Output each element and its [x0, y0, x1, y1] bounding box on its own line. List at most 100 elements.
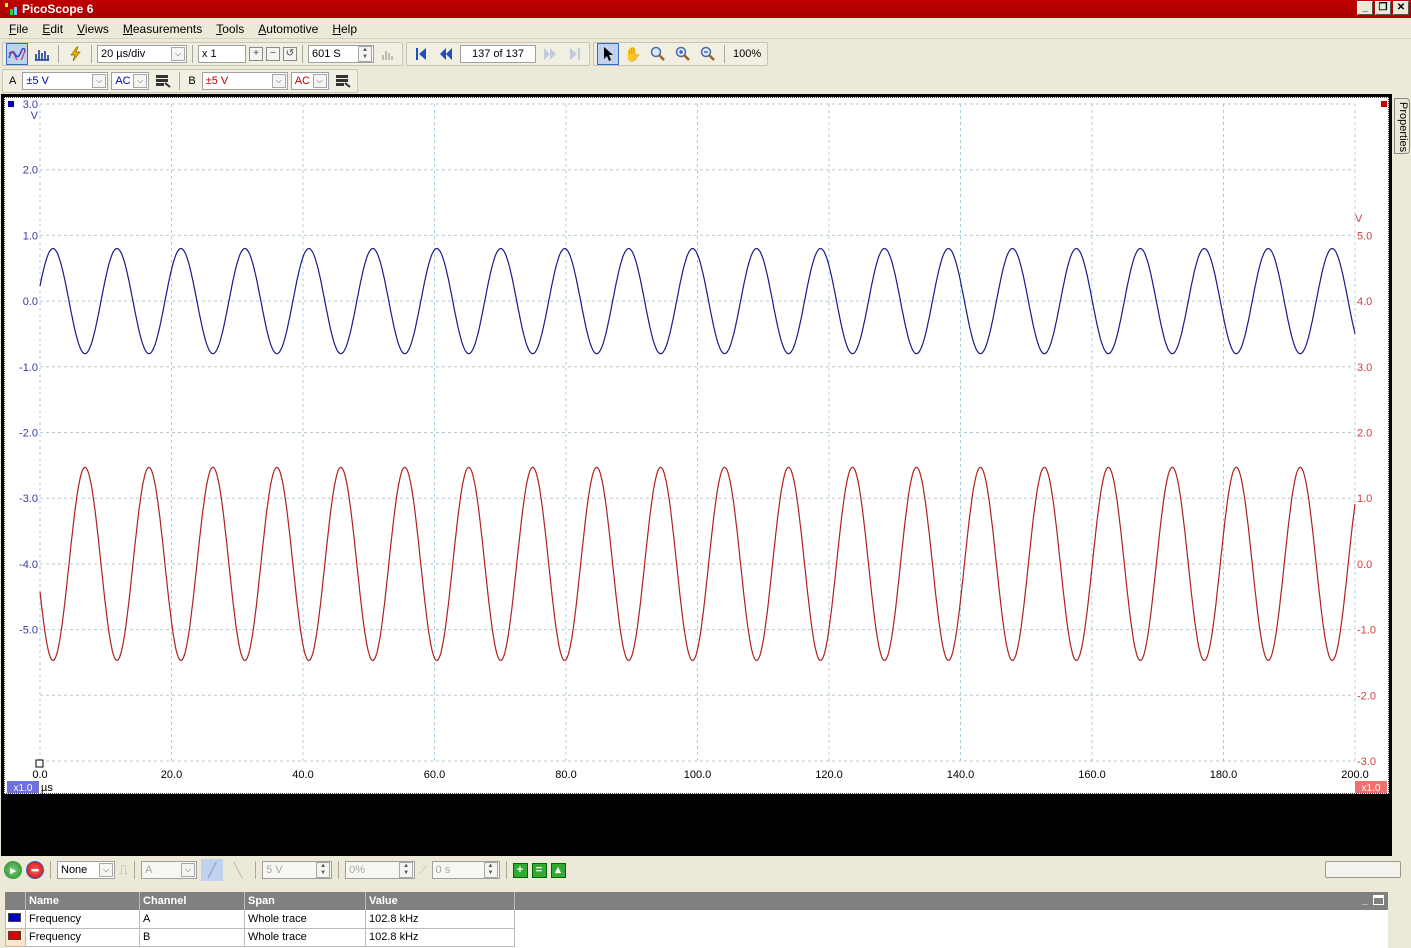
zoom-out-button[interactable]: [697, 43, 719, 65]
menu-file[interactable]: File: [2, 22, 35, 36]
channel-b-coupling-select[interactable]: AC ⌵: [290, 72, 329, 90]
last-buffer-button[interactable]: [564, 43, 586, 65]
channel-a-label: A: [9, 75, 17, 87]
channel-a-options-button[interactable]: [152, 70, 174, 92]
menu-edit[interactable]: Edit: [35, 22, 70, 36]
add-measurement-button[interactable]: +: [512, 862, 528, 878]
menu-bar: File Edit Views Measurements Tools Autom…: [0, 19, 1411, 39]
x-axis-unit: µs: [41, 782, 53, 794]
hand-tool-button[interactable]: ✋: [622, 43, 644, 65]
spectrum-mode-button[interactable]: [31, 43, 53, 65]
menu-measurements[interactable]: Measurements: [116, 22, 209, 36]
x-axis-tick: 200.0: [1341, 769, 1369, 781]
zoom-in-button[interactable]: [672, 43, 694, 65]
col-value[interactable]: Value: [365, 892, 515, 910]
falling-edge-button[interactable]: ╲: [227, 859, 249, 881]
delete-measurement-button[interactable]: ▴: [550, 862, 566, 878]
left-axis-tick: -3.0: [19, 493, 38, 505]
signal-generator-button[interactable]: [64, 43, 86, 65]
skip-end-icon: [570, 48, 580, 60]
chevron-down-icon: ⌵: [271, 74, 286, 88]
minimize-button[interactable]: _: [1357, 1, 1373, 15]
trigger-type-icon[interactable]: ⎍: [119, 862, 128, 878]
select-tool-button[interactable]: [597, 43, 619, 65]
trigger-threshold-field[interactable]: 5 V ▲ ▼: [262, 861, 333, 879]
spinner-icon[interactable]: ▲ ▼: [399, 862, 414, 878]
zoom-out-icon: [700, 46, 715, 61]
zoom-in-factor-button[interactable]: +: [249, 47, 263, 61]
samples-field[interactable]: 601 S ▲ ▼: [308, 45, 374, 63]
measurements-table: Name Channel Span Value Frequency A Whol…: [5, 892, 515, 947]
spinner-icon[interactable]: ▲ ▼: [316, 862, 331, 878]
menu-views[interactable]: Views: [70, 22, 116, 36]
main-toolbar: 20 µs/div ⌵ x 1 + − ↺ 601 S ▲ ▼ 137 of 137 …: [0, 41, 769, 67]
menu-help[interactable]: Help: [325, 22, 364, 36]
channel-b-range-select[interactable]: ±5 V ⌵: [201, 72, 288, 90]
table-row[interactable]: Frequency A Whole trace 102.8 kHz: [5, 910, 515, 929]
resolution-enhance-button[interactable]: [377, 43, 399, 65]
edit-measurement-button[interactable]: =: [531, 862, 547, 878]
trigger-mode-select[interactable]: None ⌵: [57, 861, 115, 879]
first-buffer-button[interactable]: [410, 43, 432, 65]
minimize-panel-icon[interactable]: _: [1362, 894, 1368, 906]
reset-zoom-factor-button[interactable]: ↺: [283, 47, 297, 61]
right-axis-unit: V: [1355, 213, 1363, 225]
next-buffer-button[interactable]: [539, 43, 561, 65]
stop-button[interactable]: ━: [26, 861, 44, 879]
zoom-percent: 100%: [733, 48, 762, 60]
x-axis-tick: 160.0: [1078, 769, 1106, 781]
channel-a-range-select[interactable]: ±5 V ⌵: [22, 72, 109, 90]
play-icon: ▸: [10, 864, 16, 877]
scope-mode-button[interactable]: [6, 43, 28, 65]
close-button[interactable]: ✕: [1393, 1, 1409, 15]
right-axis-tick: 0.0: [1357, 559, 1372, 571]
previous-buffer-button[interactable]: [435, 43, 457, 65]
status-field: [1325, 861, 1401, 878]
left-axis-tick: 0.0: [23, 296, 38, 308]
spinner-icon[interactable]: ▲ ▼: [358, 46, 372, 62]
zoom-out-factor-button[interactable]: −: [266, 47, 280, 61]
rewind-icon: [440, 48, 452, 60]
start-button[interactable]: ▸: [4, 861, 22, 879]
menu-automotive[interactable]: Automotive: [251, 22, 325, 36]
right-axis-tick: 5.0: [1357, 230, 1372, 242]
channel-b-marker: [1381, 101, 1387, 107]
channel-b-label: B: [188, 75, 196, 87]
right-axis-ticks: 5.0 4.0 3.0 2.0 1.0 0.0 -1.0 -2.0 -3.0: [1357, 230, 1376, 768]
col-name[interactable]: Name: [25, 892, 140, 910]
zoom-factor-field[interactable]: x 1: [198, 45, 246, 63]
table-row[interactable]: Frequency B Whole trace 102.8 kHz: [5, 928, 515, 947]
maximize-panel-icon[interactable]: [1373, 895, 1384, 905]
col-channel[interactable]: Channel: [139, 892, 245, 910]
channel-a-coupling-select[interactable]: AC ⌵: [111, 72, 150, 90]
zoom-tool-button[interactable]: [647, 43, 669, 65]
scope-plot[interactable]: 3.0 2.0 1.0 0.0 -1.0 -2.0 -3.0 -4.0 -5.0 5.0 4.0 3…: [4, 97, 1389, 794]
spinner-icon[interactable]: ▲ ▼: [483, 862, 498, 878]
scope-view: 3.0 2.0 1.0 0.0 -1.0 -2.0 -3.0 -4.0 -5.0 5.0 4.0 3…: [1, 94, 1392, 948]
right-axis-tick: 4.0: [1357, 296, 1372, 308]
timebase-select[interactable]: 20 µs/div ⌵: [97, 45, 187, 63]
trigger-delay-icon: ⟋: [419, 862, 428, 877]
col-span[interactable]: Span: [244, 892, 366, 910]
zoom-in-icon: [675, 46, 690, 61]
trigger-marker[interactable]: [35, 759, 44, 768]
channel-b-options-button[interactable]: [332, 70, 354, 92]
window-title: PicoScope 6: [22, 2, 94, 16]
chevron-down-icon: ⌵: [133, 74, 148, 88]
channel-toolbar: A ±5 V ⌵ AC ⌵ B ±5 V ⌵ AC ⌵: [0, 68, 358, 94]
trigger-source-select[interactable]: A ⌵: [141, 861, 198, 879]
restore-button[interactable]: ❐: [1375, 1, 1391, 15]
pre-trigger-field[interactable]: 0% ▲ ▼: [345, 861, 416, 879]
properties-tab[interactable]: Properties: [1394, 98, 1410, 154]
channel-options-icon: [335, 75, 351, 88]
right-axis-tick: -2.0: [1357, 690, 1376, 702]
measurements-panel: _ Name Channel Span Value Frequency A Wh…: [5, 892, 1388, 948]
buffer-position-field[interactable]: 137 of 137: [460, 45, 536, 63]
x-axis-tick: 180.0: [1210, 769, 1238, 781]
menu-tools[interactable]: Tools: [209, 22, 251, 36]
scope-chart[interactable]: 3.0 2.0 1.0 0.0 -1.0 -2.0 -3.0 -4.0 -5.0 5.0 4.0 3…: [5, 98, 1390, 795]
trigger-delay-field[interactable]: 0 s ▲ ▼: [431, 861, 500, 879]
app-logo-icon: [4, 2, 18, 16]
rising-edge-button[interactable]: ╱: [201, 859, 224, 881]
left-axis-tick: -5.0: [19, 625, 38, 637]
